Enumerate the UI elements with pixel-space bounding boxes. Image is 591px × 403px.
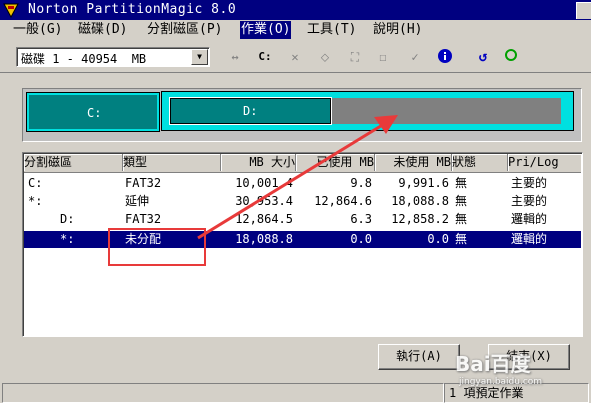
cell-status: 無 xyxy=(455,194,468,208)
cell-unused: 18,088.8 xyxy=(391,194,449,208)
col-unused[interactable]: 未使用 MB xyxy=(375,154,452,171)
partition-block-d[interactable]: D: xyxy=(169,97,332,125)
cell-size: 12,864.5 xyxy=(235,212,293,226)
drive-letter-button[interactable]: C: xyxy=(256,48,274,66)
info-icon[interactable] xyxy=(436,48,454,66)
cell-size: 18,088.8 xyxy=(235,232,293,246)
resize-icon[interactable]: ↔ xyxy=(226,48,244,66)
col-partition[interactable]: 分割磁區 xyxy=(24,154,123,171)
apply-icon-glyph xyxy=(505,49,517,61)
cell-prilog: 邏輯的 xyxy=(511,232,548,246)
label-icon[interactable]: ⬦ xyxy=(316,48,334,66)
cell-used: 0.0 xyxy=(350,232,372,246)
cell-partition: D: xyxy=(60,212,75,226)
annotation-highlight-box xyxy=(108,228,206,266)
cell-partition: C: xyxy=(28,176,43,190)
partition-table: 分割磁區 類型 MB 大小 已使用 MB 未使用 MB 狀態 Pri/Log C… xyxy=(22,152,583,337)
col-size[interactable]: MB 大小 xyxy=(221,154,296,171)
chevron-down-icon[interactable]: ▼ xyxy=(191,49,208,65)
cell-used: 12,864.6 xyxy=(314,194,372,208)
check-icon[interactable]: ✓ xyxy=(406,48,424,66)
cell-size: 10,001.4 xyxy=(235,176,293,190)
cell-size: 30,953.4 xyxy=(235,194,293,208)
cell-prilog: 主要的 xyxy=(511,176,548,190)
table-row[interactable]: D: FAT32 12,864.5 6.3 12,858.2 無 邏輯的 xyxy=(24,211,581,228)
menu-bar: 一般(G) 磁碟(D) 分割磁區(P) 作業(O) 工具(T) 說明(H) xyxy=(0,20,591,40)
cell-unused: 0.0 xyxy=(427,232,449,246)
partitionmagic-icon xyxy=(3,3,19,18)
apply-button[interactable]: 執行(A) xyxy=(378,344,460,370)
partition-block-c[interactable]: C: xyxy=(26,92,160,132)
toolbar: 磁碟 1 - 40954 MB ▼ ↔ C: ✕ ⬦ ⛶ ☐ ✓ ↺ xyxy=(0,42,591,73)
cell-type: FAT32 xyxy=(125,212,162,226)
table-header: 分割磁區 類型 MB 大小 已使用 MB 未使用 MB 狀態 Pri/Log xyxy=(24,154,581,173)
window-title: Norton PartitionMagic 8.0 xyxy=(28,2,237,17)
col-status[interactable]: 狀態 xyxy=(452,154,508,171)
menu-operations[interactable]: 作業(O) xyxy=(240,21,292,39)
menu-partition[interactable]: 分割磁區(P) xyxy=(146,21,223,39)
cell-status: 無 xyxy=(455,176,468,190)
cell-partition: *: xyxy=(28,194,43,208)
title-bar: Norton PartitionMagic 8.0 xyxy=(0,0,591,20)
format-icon[interactable]: ⛶ xyxy=(346,48,364,66)
cell-used: 6.3 xyxy=(350,212,372,226)
extended-partition-block[interactable]: D: xyxy=(161,91,574,131)
cell-status: 無 xyxy=(455,232,468,246)
col-type[interactable]: 類型 xyxy=(123,154,221,171)
watermark-main: Bai百度 xyxy=(455,352,531,376)
properties-icon[interactable]: ☐ xyxy=(374,48,392,66)
cell-status: 無 xyxy=(455,212,468,226)
window-control-button[interactable] xyxy=(576,2,591,19)
apply-icon[interactable] xyxy=(502,48,520,66)
cell-prilog: 邏輯的 xyxy=(511,212,548,226)
partition-d-label: D: xyxy=(243,104,258,118)
menu-disk[interactable]: 磁碟(D) xyxy=(77,21,128,39)
col-prilog[interactable]: Pri/Log xyxy=(508,154,581,171)
baidu-watermark: Bai百度 jingyan.baidu.com xyxy=(455,348,542,387)
cell-unused: 12,858.2 xyxy=(391,212,449,226)
table-row[interactable]: C: FAT32 10,001.4 9.8 9,991.6 無 主要的 xyxy=(24,175,581,192)
col-used[interactable]: 已使用 MB xyxy=(296,154,375,171)
undo-icon[interactable]: ↺ xyxy=(474,48,492,66)
table-row[interactable]: *: 延伸 30,953.4 12,864.6 18,088.8 無 主要的 xyxy=(24,193,581,210)
menu-general[interactable]: 一般(G) xyxy=(12,21,63,39)
cell-type: FAT32 xyxy=(125,176,162,190)
cell-prilog: 主要的 xyxy=(511,194,548,208)
delete-icon[interactable]: ✕ xyxy=(286,48,304,66)
cell-unused: 9,991.6 xyxy=(398,176,449,190)
disk-select-value: 磁碟 1 - 40954 MB xyxy=(21,52,147,66)
cell-type: 延伸 xyxy=(125,194,150,208)
disk-select[interactable]: 磁碟 1 - 40954 MB ▼ xyxy=(16,47,210,67)
partition-c-label: C: xyxy=(87,106,102,120)
info-icon-glyph xyxy=(438,49,452,63)
menu-help[interactable]: 說明(H) xyxy=(372,21,423,39)
status-panel-main xyxy=(2,383,444,403)
cell-partition: *: xyxy=(60,232,75,246)
unallocated-block[interactable] xyxy=(332,98,561,124)
cell-used: 9.8 xyxy=(350,176,372,190)
watermark-sub: jingyan.baidu.com xyxy=(459,377,543,387)
partition-map: C: D: xyxy=(22,88,582,142)
menu-tools[interactable]: 工具(T) xyxy=(306,21,357,39)
